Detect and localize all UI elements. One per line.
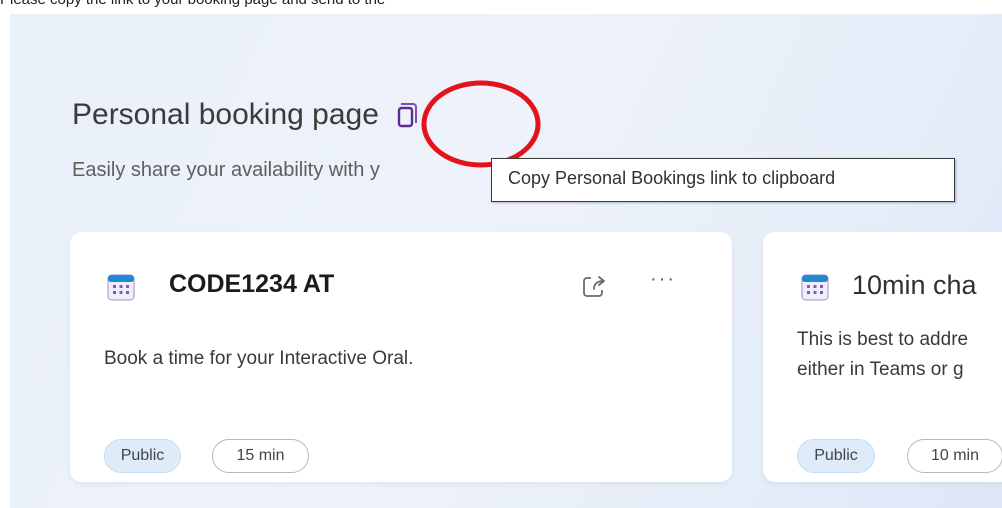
card-description: Book a time for your Interactive Oral. — [104, 348, 414, 369]
page-subtitle: Easily share your availability with y — [72, 159, 380, 181]
copy-link-button[interactable] — [391, 99, 423, 131]
card-title[interactable]: CODE1234 AT — [169, 270, 334, 299]
booking-card[interactable]: CODE1234 AT ··· Book a time for your Int… — [70, 232, 732, 482]
card-description-line-1: This is best to addre — [797, 329, 969, 350]
share-icon[interactable] — [580, 272, 608, 300]
card-description-line-2: either in Teams or g — [797, 359, 964, 380]
duration-badge: 10 min — [907, 439, 1002, 473]
visibility-badge: Public — [104, 439, 181, 473]
copy-link-tooltip: Copy Personal Bookings link to clipboard — [491, 158, 955, 202]
more-options-icon[interactable]: ··· — [650, 268, 676, 291]
card-title[interactable]: 10min cha — [852, 270, 977, 301]
instruction-text: Please copy the link to your booking pag… — [0, 0, 385, 8]
copy-icon — [397, 103, 417, 128]
annotation-circle — [421, 80, 541, 168]
duration-badge: 15 min — [212, 439, 309, 473]
page-title: Personal booking page — [72, 98, 379, 131]
visibility-badge: Public — [797, 439, 875, 473]
calendar-icon — [107, 274, 135, 301]
bookings-panel: Personal booking page Easily share your … — [10, 14, 1002, 508]
booking-card[interactable]: 10min cha This is best to addre either i… — [763, 232, 1002, 482]
calendar-icon — [801, 274, 829, 301]
page-heading: Personal booking page — [72, 98, 423, 132]
